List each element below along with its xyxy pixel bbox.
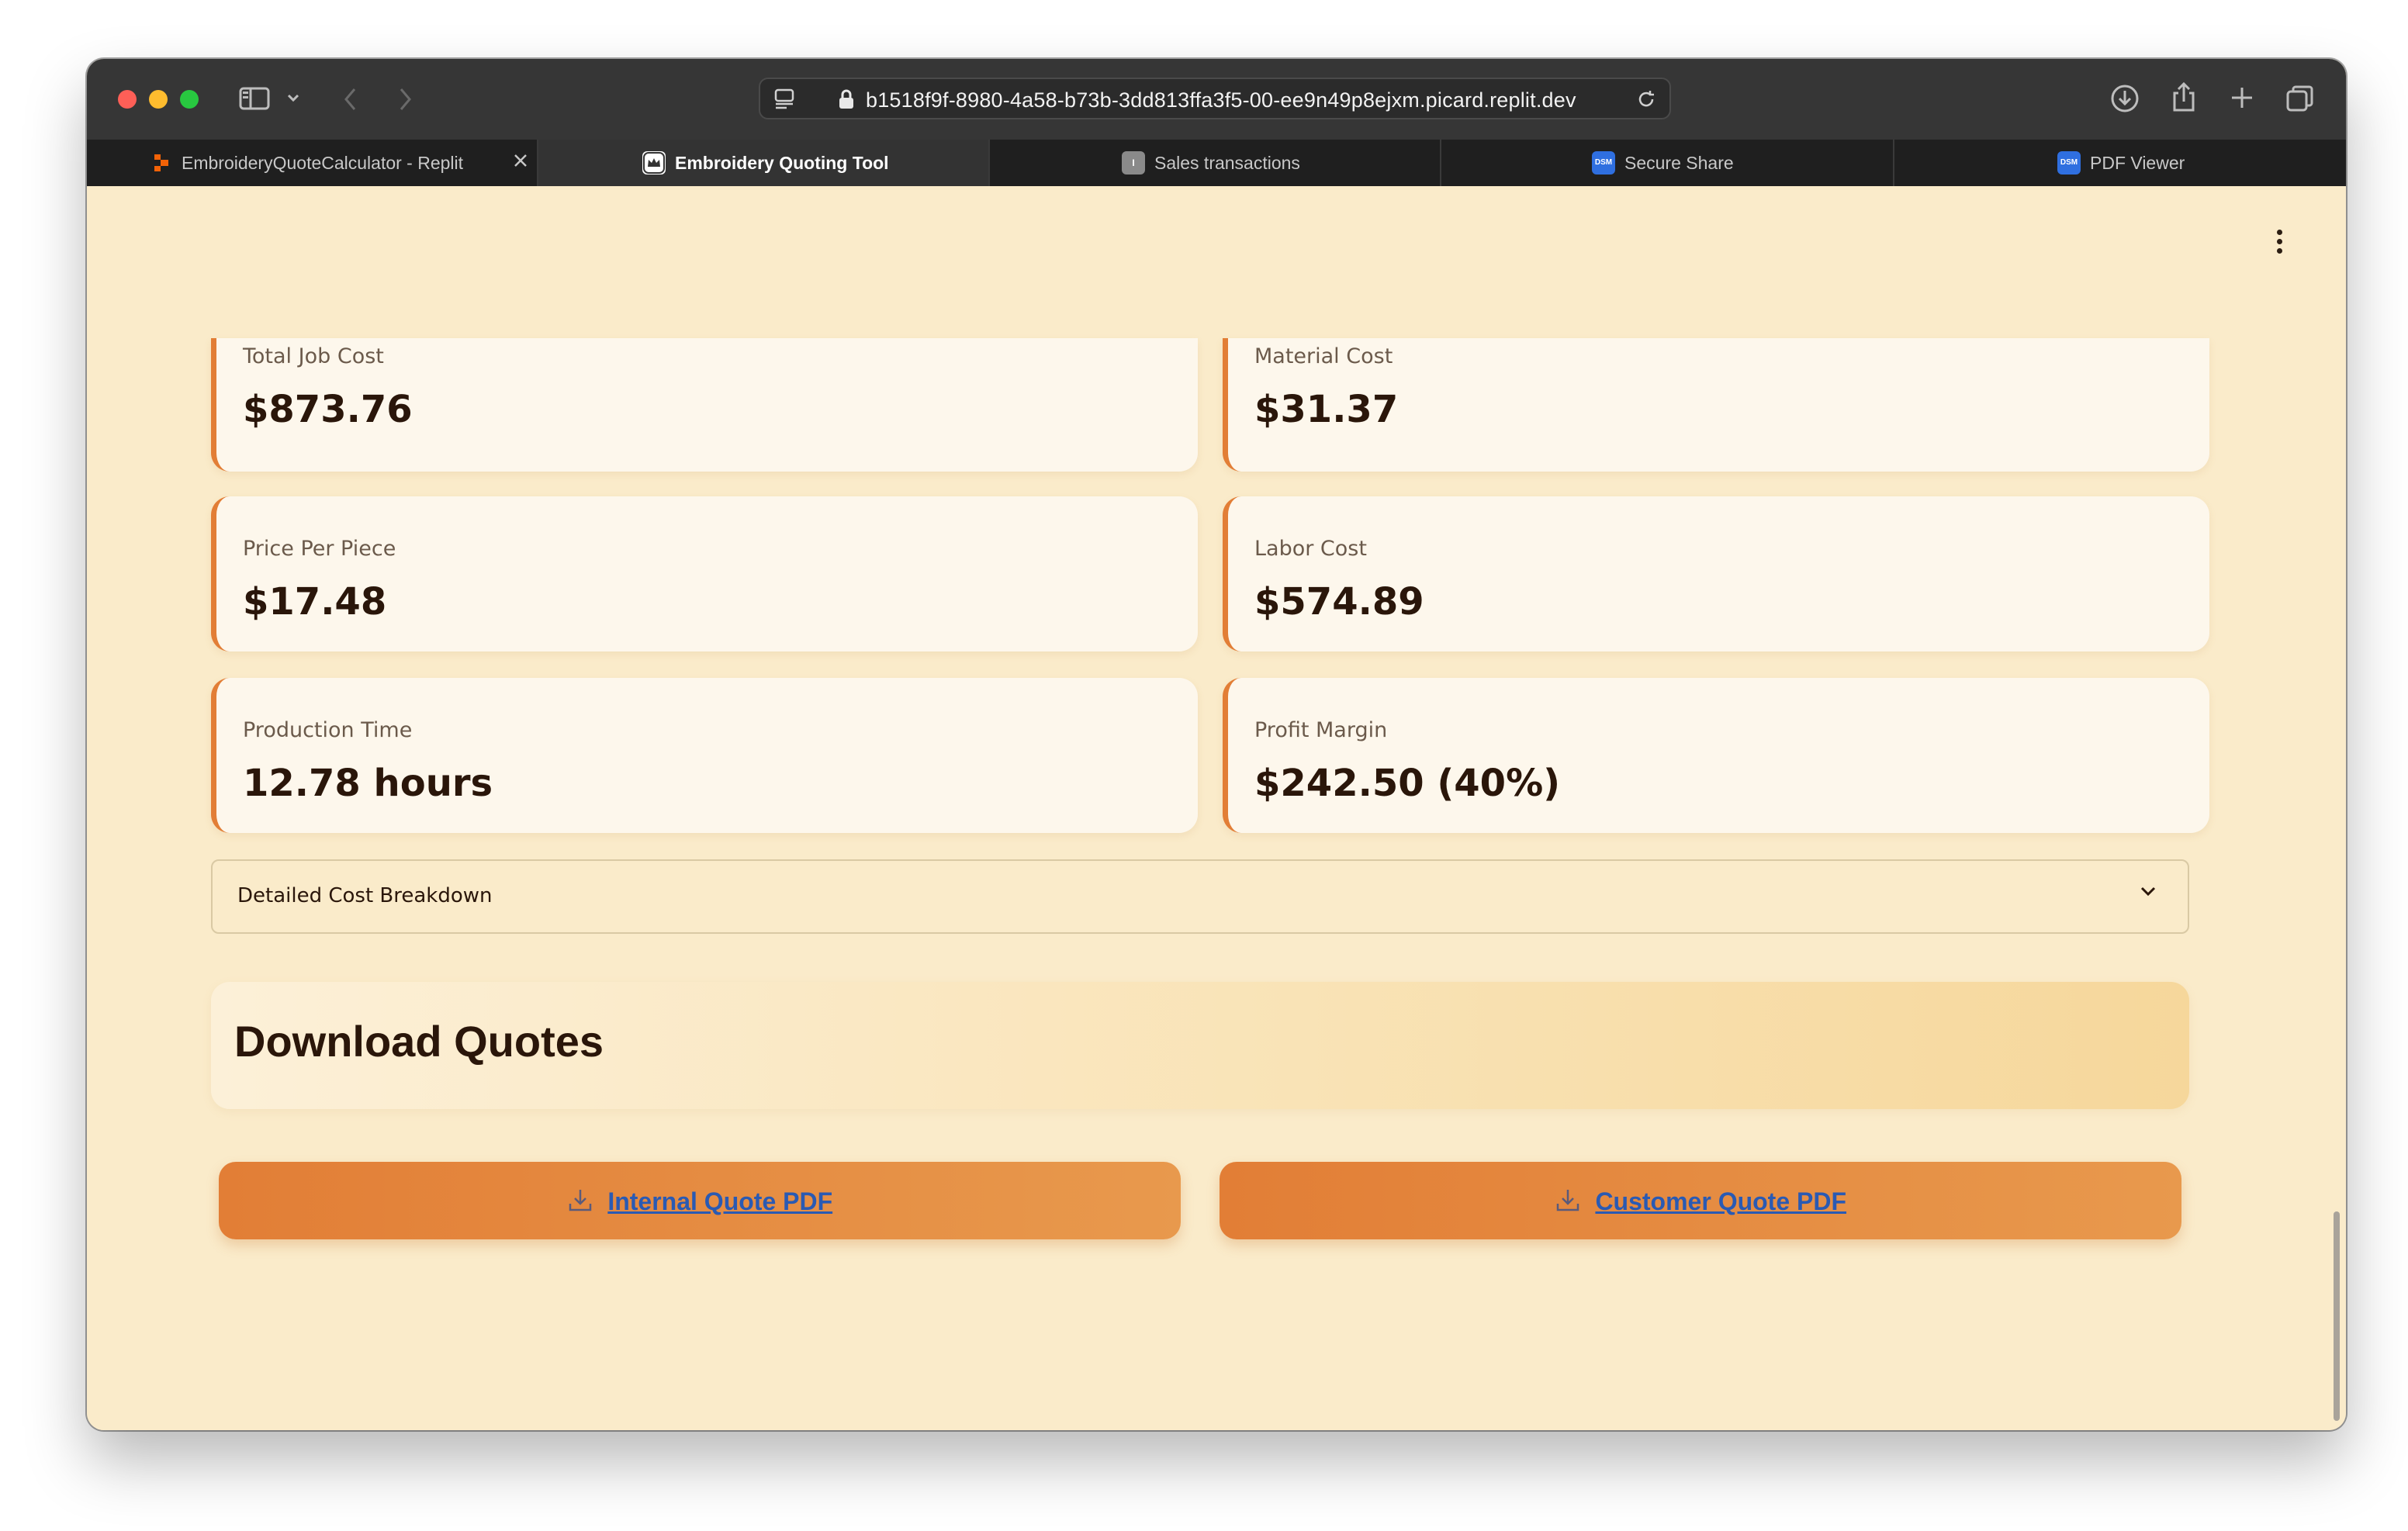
chevron-down-icon [2140,886,2157,900]
metric-card-labor-cost: Labor Cost $574.89 [1223,496,2209,651]
metric-value: $17.48 [243,580,387,624]
metric-value: $242.50 (40%) [1254,762,1561,805]
metric-value: $574.89 [1254,580,1424,624]
metric-card-total-job-cost: Total Job Cost $873.76 [211,338,1198,472]
metric-label: Profit Margin [1254,718,1388,742]
download-quotes-title: Download Quotes [234,1017,604,1066]
download-icon [567,1187,593,1217]
zoom-window-button[interactable] [180,90,199,109]
dsm-icon: DSM [2057,151,2081,175]
address-bar[interactable]: b1518f9f-8980-4a58-b73b-3dd813ffa3f5-00-… [759,78,1671,119]
tab-embroidery-quoting-tool[interactable]: Embroidery Quoting Tool [514,140,990,186]
tab-label: Sales transactions [1154,153,1300,173]
dsm-icon: DSM [1592,151,1615,175]
metric-card-production-time: Production Time 12.78 hours [211,678,1198,833]
tab-label: Embroidery Quoting Tool [675,153,889,173]
tab-replit[interactable]: EmbroideryQuoteCalculator - Replit [87,140,538,186]
back-icon[interactable] [343,87,358,112]
chevron-down-icon[interactable] [287,93,299,102]
metric-label: Material Cost [1254,344,1393,368]
internal-quote-pdf-link[interactable]: Internal Quote PDF [607,1187,832,1216]
metric-value: $873.76 [243,388,413,431]
sidebar-toggle-icon[interactable] [239,87,270,110]
crown-icon [642,151,666,175]
metric-value: $31.37 [1254,388,1399,431]
internal-quote-pdf-button[interactable]: Internal Quote PDF [219,1162,1181,1239]
i-icon: I [1122,151,1145,175]
browser-toolbar: b1518f9f-8980-4a58-b73b-3dd813ffa3f5-00-… [87,59,2346,140]
page-settings-icon[interactable] [773,87,796,110]
browser-window: b1518f9f-8980-4a58-b73b-3dd813ffa3f5-00-… [87,59,2346,1430]
forward-icon[interactable] [397,87,413,112]
metric-label: Labor Cost [1254,537,1367,561]
more-options-icon[interactable] [2275,230,2284,261]
new-tab-icon[interactable] [2230,85,2254,110]
metric-card-profit-margin: Profit Margin $242.50 (40%) [1223,678,2209,833]
metric-label: Price Per Piece [243,537,396,561]
replit-icon [150,151,174,175]
close-window-button[interactable] [118,90,137,109]
customer-quote-pdf-link[interactable]: Customer Quote PDF [1595,1187,1846,1216]
share-icon[interactable] [2171,81,2197,113]
metric-card-material-cost: Material Cost $31.37 [1223,338,2209,472]
tab-bar: EmbroideryQuoteCalculator - Replit Embro… [87,140,2346,186]
downloads-icon[interactable] [2110,84,2140,113]
minimize-window-button[interactable] [149,90,168,109]
tab-secure-share[interactable]: DSM Secure Share [1441,140,1894,186]
tab-label: PDF Viewer [2090,153,2185,173]
download-quotes-header: Download Quotes [211,982,2189,1109]
customer-quote-pdf-button[interactable]: Customer Quote PDF [1220,1162,2181,1239]
expander-label: Detailed Cost Breakdown [237,884,493,907]
metric-value: 12.78 hours [243,762,493,805]
tab-overview-icon[interactable] [2285,84,2315,113]
tab-label: EmbroideryQuoteCalculator - Replit [182,153,464,173]
metric-label: Production Time [243,718,413,742]
tab-label: Secure Share [1624,153,1734,173]
url-text: b1518f9f-8980-4a58-b73b-3dd813ffa3f5-00-… [866,88,1576,112]
close-tab-icon[interactable] [512,152,529,169]
detailed-cost-breakdown-expander[interactable]: Detailed Cost Breakdown [211,859,2189,934]
page-content: Total Job Cost $873.76 Material Cost $31… [87,186,2346,1430]
tab-sales-transactions[interactable]: I Sales transactions [990,140,1441,186]
download-icon [1555,1187,1581,1217]
metric-card-price-per-piece: Price Per Piece $17.48 [211,496,1198,651]
page-scrollbar[interactable] [2334,1211,2340,1421]
lock-icon [838,88,855,110]
reload-icon[interactable] [1635,88,1657,110]
metric-label: Total Job Cost [243,344,384,368]
tab-pdf-viewer[interactable]: DSM PDF Viewer [1894,140,2346,186]
